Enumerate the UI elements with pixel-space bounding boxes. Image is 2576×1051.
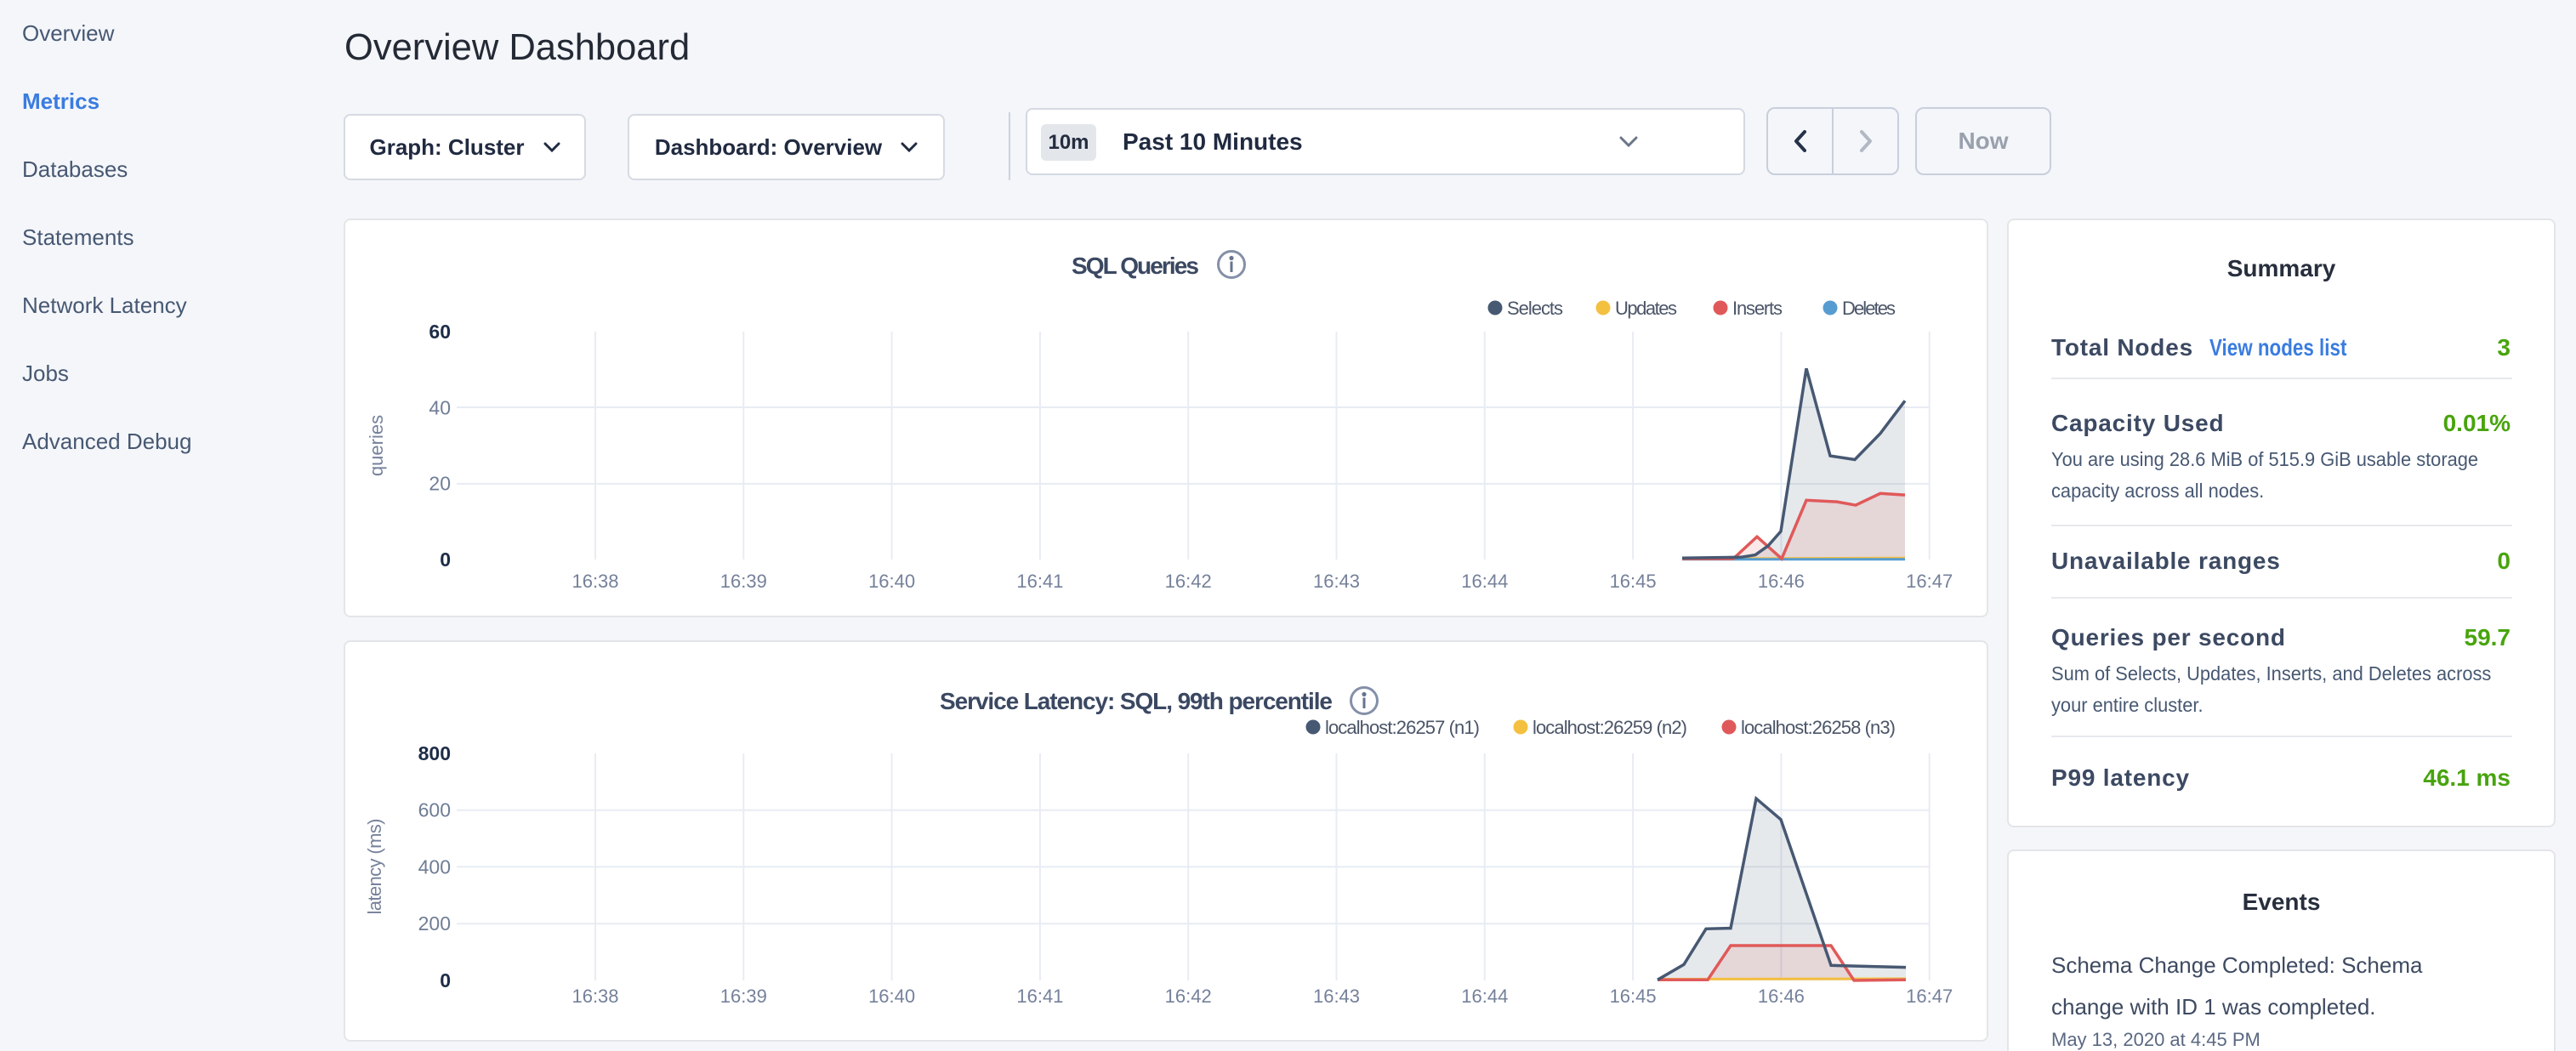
svg-text:latency (ms): latency (ms) [364,819,385,915]
svg-text:16:46: 16:46 [1758,986,1805,1007]
svg-text:16:43: 16:43 [1313,986,1360,1007]
svg-text:16:42: 16:42 [1165,986,1212,1007]
svg-text:800: 800 [418,742,451,764]
svg-text:16:39: 16:39 [720,986,767,1007]
svg-text:60: 60 [429,321,451,343]
svg-text:16:41: 16:41 [1016,986,1063,1007]
svg-text:16:41: 16:41 [1016,571,1063,592]
svg-text:16:43: 16:43 [1313,571,1360,592]
svg-text:Deletes: Deletes [1842,298,1896,319]
svg-text:16:44: 16:44 [1461,571,1508,592]
svg-text:16:46: 16:46 [1758,571,1805,592]
svg-text:16:45: 16:45 [1610,986,1657,1007]
svg-text:Inserts: Inserts [1732,298,1783,319]
svg-text:Service Latency: SQL, 99th per: Service Latency: SQL, 99th percentile [940,688,1333,714]
svg-text:Updates: Updates [1615,298,1677,319]
svg-text:16:40: 16:40 [868,986,915,1007]
svg-text:600: 600 [418,799,451,821]
svg-text:localhost:26259 (n2): localhost:26259 (n2) [1533,717,1687,738]
svg-text:SQL Queries: SQL Queries [1072,253,1199,279]
svg-text:queries: queries [366,415,387,476]
svg-text:0: 0 [440,969,451,991]
svg-text:200: 200 [418,912,451,935]
svg-text:16:47: 16:47 [1906,571,1953,592]
svg-text:16:47: 16:47 [1906,986,1953,1007]
svg-text:0: 0 [440,548,451,571]
svg-text:localhost:26258 (n3): localhost:26258 (n3) [1741,717,1896,738]
svg-text:Selects: Selects [1507,298,1563,319]
svg-text:20: 20 [429,473,451,495]
svg-text:16:45: 16:45 [1610,571,1657,592]
svg-text:16:39: 16:39 [720,571,767,592]
svg-text:400: 400 [418,855,451,878]
svg-text:40: 40 [429,396,451,418]
svg-text:localhost:26257 (n1): localhost:26257 (n1) [1325,717,1480,738]
svg-text:16:38: 16:38 [571,986,618,1007]
svg-text:16:40: 16:40 [868,571,915,592]
svg-text:16:42: 16:42 [1165,571,1212,592]
svg-text:16:38: 16:38 [571,571,618,592]
svg-text:16:44: 16:44 [1461,986,1508,1007]
